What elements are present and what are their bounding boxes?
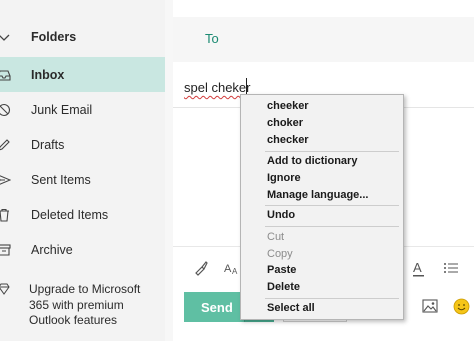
text-caret [246,78,247,95]
sidebar-item-drafts[interactable]: Drafts [0,127,165,162]
pane-divider [165,0,173,341]
outlook-window: Folders Inbox Junk Email Drafts Sent Ite [0,0,474,341]
folders-header[interactable]: Folders [0,19,165,54]
menu-separator [265,205,399,206]
sidebar-item-junk-email[interactable]: Junk Email [0,92,165,127]
send-icon [0,173,11,187]
sidebar-item-label: Sent Items [31,172,91,187]
menu-separator [265,298,399,299]
menu-item-select-all[interactable]: Select all [267,300,315,316]
menu-item-ignore[interactable]: Ignore [267,170,301,186]
svg-text:A: A [224,263,232,275]
sidebar-item-label: Inbox [31,67,65,82]
menu-separator [265,151,399,152]
trash-icon [0,208,11,222]
menu-item-add-to-dictionary[interactable]: Add to dictionary [267,153,357,169]
menu-item-copy: Copy [267,248,293,260]
image-icon[interactable] [422,299,438,313]
format-painter-icon[interactable] [193,260,211,278]
sidebar-item-deleted-items[interactable]: Deleted Items [0,197,165,232]
menu-item-paste[interactable]: Paste [267,262,296,278]
emoji-icon[interactable] [453,298,470,315]
menu-item-delete[interactable]: Delete [267,279,300,295]
font-color-icon[interactable]: A [411,260,429,278]
sidebar-item-label: Deleted Items [31,207,109,222]
sidebar-item-label: Junk Email [31,102,93,117]
sidebar-item-archive[interactable]: Archive [0,232,165,267]
folder-sidebar: Folders Inbox Junk Email Drafts Sent Ite [0,0,165,341]
chevron-down-icon[interactable] [0,30,11,44]
sidebar-item-inbox[interactable]: Inbox [0,57,165,92]
diamond-icon [0,282,10,295]
sidebar-item-label: Drafts [31,137,65,152]
sidebar-item-label: Archive [31,242,73,257]
to-row[interactable]: To [173,17,474,62]
upgrade-promo[interactable]: Upgrade to Microsoft 365 with premium Ou… [0,278,165,340]
svg-text:A: A [232,267,238,276]
menu-separator [265,226,399,227]
menu-item-suggestion-cheeker[interactable]: cheeker [267,98,309,114]
sidebar-item-sent-items[interactable]: Sent Items [0,162,165,197]
bullet-list-icon[interactable] [443,260,461,278]
menu-item-undo[interactable]: Undo [267,207,295,223]
junk-icon [0,103,11,117]
spellcheck-context-menu: cheeker choker checker Add to dictionary… [240,94,404,320]
inbox-icon [0,68,11,82]
menu-item-suggestion-checker[interactable]: checker [267,132,309,148]
menu-item-cut: Cut [267,231,285,243]
menu-item-suggestion-choker[interactable]: choker [267,115,303,131]
upgrade-text: Upgrade to Microsoft 365 with premium Ou… [29,282,141,327]
pencil-icon [0,138,11,152]
archive-icon [0,243,11,257]
to-button[interactable]: To [205,31,219,46]
menu-item-manage-language[interactable]: Manage language... [267,187,368,203]
folders-label: Folders [31,29,77,44]
svg-text:A: A [413,260,422,275]
subject-input-value[interactable]: spel cheker [184,80,250,95]
